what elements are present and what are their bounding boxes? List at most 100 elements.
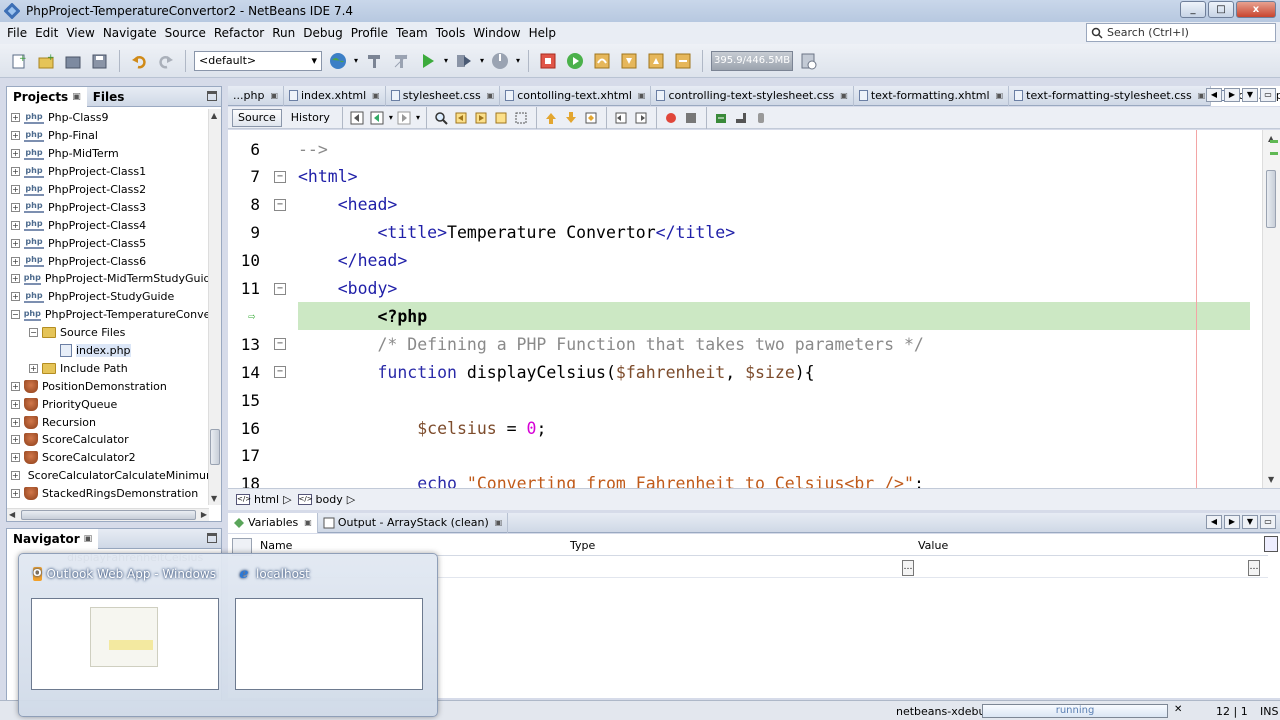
close-icon[interactable]: ▣ bbox=[1198, 91, 1206, 100]
scroll-tabs-left-icon[interactable]: ◀ bbox=[1206, 515, 1222, 529]
chevron-down-icon[interactable]: ▾ bbox=[354, 56, 358, 65]
open-project-icon[interactable] bbox=[62, 50, 84, 72]
history-view-button[interactable]: History bbox=[285, 109, 336, 127]
expand-icon[interactable]: + bbox=[11, 167, 20, 177]
expand-icon[interactable]: + bbox=[29, 363, 38, 373]
scroll-down-icon[interactable]: ▼ bbox=[211, 494, 217, 503]
toggle-bookmark-icon[interactable] bbox=[583, 109, 600, 126]
scroll-tabs-right-icon[interactable]: ▶ bbox=[1224, 88, 1240, 102]
menu-file[interactable]: File bbox=[3, 26, 31, 40]
run-to-cursor-icon[interactable] bbox=[672, 50, 694, 72]
editor-tab[interactable]: ...php ▣ bbox=[228, 85, 284, 106]
tree-item[interactable]: + php Php-MidTerm bbox=[7, 145, 209, 163]
tab-output[interactable]: Output - ArrayStack (clean) ▣ bbox=[318, 512, 509, 533]
tree-item[interactable]: + php PhpProject-Class6 bbox=[7, 252, 209, 270]
collapse-icon[interactable]: − bbox=[29, 328, 38, 338]
close-icon[interactable]: ▣ bbox=[304, 518, 312, 527]
close-icon[interactable]: ▣ bbox=[495, 518, 503, 527]
maximize-editor-icon[interactable]: ▭ bbox=[1260, 88, 1276, 102]
next-bookmark-icon[interactable] bbox=[563, 109, 580, 126]
undo-icon[interactable] bbox=[128, 50, 150, 72]
find-next-icon[interactable] bbox=[473, 109, 490, 126]
garbage-collect-icon[interactable] bbox=[798, 50, 820, 72]
fold-collapse-icon[interactable]: − bbox=[274, 198, 286, 211]
code-line[interactable]: 18 echo "Converting from Fahrenheit to C… bbox=[228, 470, 1250, 488]
tab-navigator[interactable]: Navigator ▣ bbox=[7, 528, 99, 549]
maximize-button[interactable]: □ bbox=[1208, 1, 1234, 18]
redo-icon[interactable] bbox=[155, 50, 177, 72]
close-icon[interactable]: ▣ bbox=[84, 534, 93, 544]
scroll-down-icon[interactable]: ▼ bbox=[1268, 475, 1274, 484]
scroll-left-icon[interactable]: ◀ bbox=[9, 510, 15, 519]
menu-team[interactable]: Team bbox=[392, 26, 432, 40]
expand-icon[interactable]: + bbox=[11, 220, 20, 230]
build-hammer-icon[interactable] bbox=[363, 50, 385, 72]
tree-item[interactable]: + php Php-Class9 bbox=[7, 109, 209, 127]
step-into-icon[interactable] bbox=[618, 50, 640, 72]
expand-icon[interactable]: + bbox=[11, 489, 20, 499]
fold-collapse-icon[interactable]: − bbox=[274, 338, 286, 351]
run-project-icon[interactable] bbox=[417, 50, 439, 72]
scrollbar-thumb[interactable] bbox=[21, 510, 196, 520]
close-icon[interactable]: ▣ bbox=[270, 91, 278, 100]
tree-item[interactable]: + ScoreCalculator2 bbox=[7, 449, 209, 467]
code-line[interactable]: 9 <title>Temperature Convertor</title> bbox=[228, 219, 1250, 247]
tree-item[interactable]: + Include Path bbox=[7, 359, 209, 377]
tab-list-icon[interactable]: ▼ bbox=[1242, 515, 1258, 529]
menu-run[interactable]: Run bbox=[268, 26, 299, 40]
step-over-icon[interactable] bbox=[591, 50, 613, 72]
tree-item[interactable]: + php PhpProject-Class4 bbox=[7, 216, 209, 234]
toggle-rectangular-selection-icon[interactable] bbox=[513, 109, 530, 126]
expand-icon[interactable]: + bbox=[11, 417, 20, 427]
forward-icon[interactable] bbox=[396, 109, 413, 126]
expand-icon[interactable]: + bbox=[11, 113, 20, 123]
scroll-right-icon[interactable]: ▶ bbox=[201, 510, 207, 519]
tree-item[interactable]: index.php bbox=[7, 342, 209, 360]
continue-debug-icon[interactable] bbox=[564, 50, 586, 72]
tree-item[interactable]: + PositionDemonstration bbox=[7, 377, 209, 395]
editor-tab[interactable]: text-formatting.xhtml ▣ bbox=[854, 85, 1010, 106]
column-chooser-icon[interactable] bbox=[1264, 536, 1278, 552]
thumbnail-preview[interactable] bbox=[31, 598, 219, 690]
close-button[interactable]: x bbox=[1236, 1, 1276, 18]
menu-profile[interactable]: Profile bbox=[347, 26, 392, 40]
column-header-value[interactable]: Value bbox=[918, 539, 948, 552]
code-line[interactable]: 11 − <body> bbox=[228, 275, 1250, 303]
tab-projects[interactable]: Projects ▣ bbox=[7, 86, 87, 107]
tab-variables[interactable]: Variables ▣ bbox=[228, 512, 318, 533]
expand-icon[interactable]: + bbox=[11, 149, 20, 159]
scrollbar-thumb[interactable] bbox=[1266, 170, 1276, 228]
find-previous-icon[interactable] bbox=[453, 109, 470, 126]
expand-icon[interactable]: + bbox=[11, 238, 20, 248]
fold-collapse-icon[interactable]: − bbox=[274, 282, 286, 295]
column-header-name[interactable]: Name bbox=[260, 539, 292, 552]
code-line[interactable]: 15 bbox=[228, 386, 1250, 414]
menu-navigate[interactable]: Navigate bbox=[99, 26, 161, 40]
editor-tab[interactable]: contolling-text.xhtml ▣ bbox=[500, 85, 652, 106]
check-css-icon[interactable] bbox=[753, 109, 770, 126]
tree-item[interactable]: + ScoreCalculatorCalculateMinimum bbox=[7, 467, 209, 485]
shift-left-icon[interactable] bbox=[613, 109, 630, 126]
source-view-button[interactable]: Source bbox=[232, 108, 282, 127]
fold-collapse-icon[interactable]: − bbox=[274, 366, 286, 379]
chevron-down-icon[interactable]: ▾ bbox=[516, 56, 520, 65]
tree-item[interactable]: + php PhpProject-StudyGuide bbox=[7, 288, 209, 306]
tree-item[interactable]: + php Php-Final bbox=[7, 127, 209, 145]
editor-tab[interactable]: controlling-text-stylesheet.css ▣ bbox=[651, 85, 854, 106]
code-line[interactable]: 17 bbox=[228, 442, 1250, 470]
last-edit-icon[interactable] bbox=[349, 109, 366, 126]
annotation-marker[interactable] bbox=[1270, 140, 1278, 143]
find-icon[interactable] bbox=[433, 109, 450, 126]
expand-icon[interactable]: + bbox=[11, 185, 20, 194]
expand-icon[interactable]: + bbox=[11, 131, 20, 141]
minimize-button[interactable]: _ bbox=[1180, 1, 1206, 18]
memory-indicator[interactable]: 395.9/446.5MB bbox=[711, 50, 794, 71]
close-icon[interactable]: ▣ bbox=[487, 91, 495, 100]
expand-icon[interactable]: + bbox=[11, 256, 20, 266]
close-icon[interactable]: ▣ bbox=[996, 91, 1004, 100]
stop-macro-recording-icon[interactable] bbox=[683, 109, 700, 126]
code-line[interactable]: 14 − function displayCelsius($fahrenheit,… bbox=[228, 358, 1250, 386]
close-icon[interactable]: ▣ bbox=[840, 91, 848, 100]
tree-item[interactable]: − Source Files bbox=[7, 324, 209, 342]
tab-list-icon[interactable]: ▼ bbox=[1242, 88, 1258, 102]
